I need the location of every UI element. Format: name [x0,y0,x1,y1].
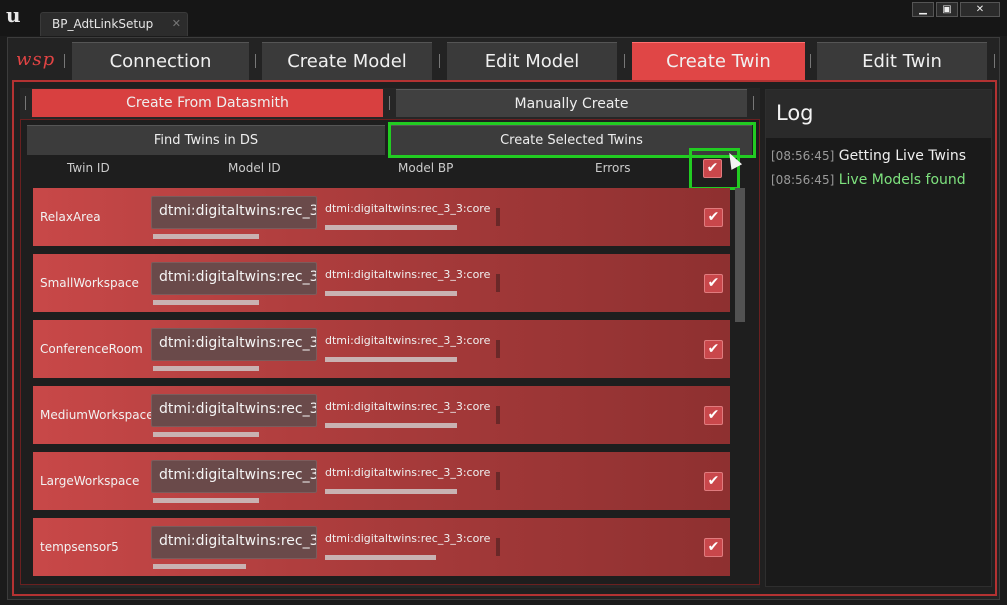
model-id-value: dtmi:digitaltwins:rec_3_3 [159,203,317,219]
log-title: Log [776,101,814,125]
model-id-value: dtmi:digitaltwins:rec_3_3 [159,467,317,483]
tab-edit-model[interactable]: Edit Model [447,42,617,80]
tab-create-twin[interactable]: Create Twin [632,42,805,80]
row-select-checkbox[interactable]: ✔ [704,472,723,491]
model-id-progress [153,234,259,239]
table-row[interactable]: MediumWorkspace dtmi:digitaltwins:rec_3_3… [33,386,730,444]
model-bp-progress [325,357,457,362]
twin-id-label: ConferenceRoom [40,342,143,356]
find-twins-button[interactable]: Find Twins in DS [27,125,385,155]
tab-separator [439,54,440,68]
log-timestamp: [08:56:45] [771,149,835,163]
model-id-progress [153,498,259,503]
title-bar: u BP_AdtLinkSetup ✕ ▁ ▣ ✕ [0,0,1007,36]
model-bp-value: dtmi:digitaltwins:rec_3_3:core:W [325,268,490,281]
subtab-create-from-datasmith[interactable]: Create From Datasmith [32,89,383,117]
model-bp-value: dtmi:digitaltwins:rec_3_3:core:W [325,400,490,413]
model-bp-progress [325,423,457,428]
twin-id-label: SmallWorkspace [40,276,139,290]
tab-edit-twin[interactable]: Edit Twin [817,42,987,80]
log-message: Live Models found [838,172,966,188]
model-id-progress [153,564,246,569]
close-tab-icon[interactable]: ✕ [172,17,181,30]
log-message: Getting Live Twins [838,148,967,164]
table-row[interactable]: RelaxArea dtmi:digitaltwins:rec_3_3 dtmi:d… [33,188,730,246]
model-bp-progress [325,555,436,560]
tab-separator [624,54,625,68]
log-entry: [08:56:45] Getting Live Twins [771,148,966,164]
model-id-value: dtmi:digitaltwins:rec_3_3 [159,533,317,549]
error-indicator [496,208,500,226]
column-header-twin-id: Twin ID [67,161,110,175]
row-select-checkbox[interactable]: ✔ [704,208,723,227]
twin-id-label: RelaxArea [40,210,101,224]
log-entry: [08:56:45] Live Models found [771,172,966,188]
model-id-value: dtmi:digitaltwins:rec_3_3 [159,269,317,285]
tab-separator [753,96,754,110]
tab-create-model[interactable]: Create Model [262,42,432,80]
close-window-button[interactable]: ✕ [960,2,1000,17]
model-bp-value: dtmi:digitaltwins:rec_3_3:core:W [325,334,490,347]
model-id-field[interactable]: dtmi:digitaltwins:rec_3_3 [151,526,317,559]
error-indicator [496,406,500,424]
tab-separator [810,54,811,68]
model-bp-progress [325,489,457,494]
model-id-field[interactable]: dtmi:digitaltwins:rec_3_3 [151,328,317,361]
column-header-model-id: Model ID [228,161,281,175]
log-timestamp: [08:56:45] [771,173,835,187]
model-bp-value: dtmi:digitaltwins:rec_3_3:core:W [325,202,490,215]
model-bp-value: dtmi:digitaltwins:rec_3_3:core:W [325,532,490,545]
model-id-field[interactable]: dtmi:digitaltwins:rec_3_3 [151,394,317,427]
row-select-checkbox[interactable]: ✔ [704,340,723,359]
column-header-model-bp: Model BP [398,161,454,175]
app-window: u BP_AdtLinkSetup ✕ ▁ ▣ ✕ wsp Connection… [0,0,1007,605]
model-id-progress [153,366,259,371]
table-row[interactable]: LargeWorkspace dtmi:digitaltwins:rec_3_3 d… [33,452,730,510]
tab-connection[interactable]: Connection [72,42,249,80]
model-id-field[interactable]: dtmi:digitaltwins:rec_3_3 [151,196,317,229]
error-indicator [496,538,500,556]
tab-separator [389,96,390,110]
model-id-value: dtmi:digitaltwins:rec_3_3 [159,335,317,351]
model-bp-progress [325,225,457,230]
wsp-logo: wsp [16,49,56,70]
model-id-progress [153,432,259,437]
model-id-field[interactable]: dtmi:digitaltwins:rec_3_3 [151,262,317,295]
table-row[interactable]: SmallWorkspace dtmi:digitaltwins:rec_3_3 d… [33,254,730,312]
document-tab[interactable]: BP_AdtLinkSetup ✕ [40,12,188,36]
row-select-checkbox[interactable]: ✔ [704,538,723,557]
error-indicator [496,340,500,358]
scrollbar-thumb[interactable] [735,188,745,322]
tab-separator [255,54,256,68]
row-select-checkbox[interactable]: ✔ [704,406,723,425]
row-select-checkbox[interactable]: ✔ [704,274,723,293]
model-bp-value: dtmi:digitaltwins:rec_3_3:core:W [325,466,490,479]
tab-separator [25,96,26,110]
model-bp-progress [325,291,457,296]
document-tab-label: BP_AdtLinkSetup [52,17,154,31]
twin-id-label: tempsensor5 [40,540,119,554]
model-id-field[interactable]: dtmi:digitaltwins:rec_3_3 [151,460,317,493]
select-all-checkbox[interactable]: ✔ [703,159,722,178]
tab-separator [64,54,65,68]
tab-separator [994,54,995,68]
minimize-button[interactable]: ▁ [912,2,934,17]
maximize-button[interactable]: ▣ [936,2,958,17]
model-id-value: dtmi:digitaltwins:rec_3_3 [159,401,317,417]
unreal-logo-icon: u [6,3,21,27]
table-row[interactable]: ConferenceRoom dtmi:digitaltwins:rec_3_3 d… [33,320,730,378]
error-indicator [496,472,500,490]
subtab-manually-create[interactable]: Manually Create [396,89,747,117]
table-row[interactable]: tempsensor5 dtmi:digitaltwins:rec_3_3 dtmi… [33,518,730,576]
model-id-progress [153,300,259,305]
window-controls: ▁ ▣ ✕ [912,2,1002,18]
error-indicator [496,274,500,292]
twin-id-label: LargeWorkspace [40,474,140,488]
twin-id-label: MediumWorkspace [40,408,154,422]
column-header-errors: Errors [595,161,631,175]
